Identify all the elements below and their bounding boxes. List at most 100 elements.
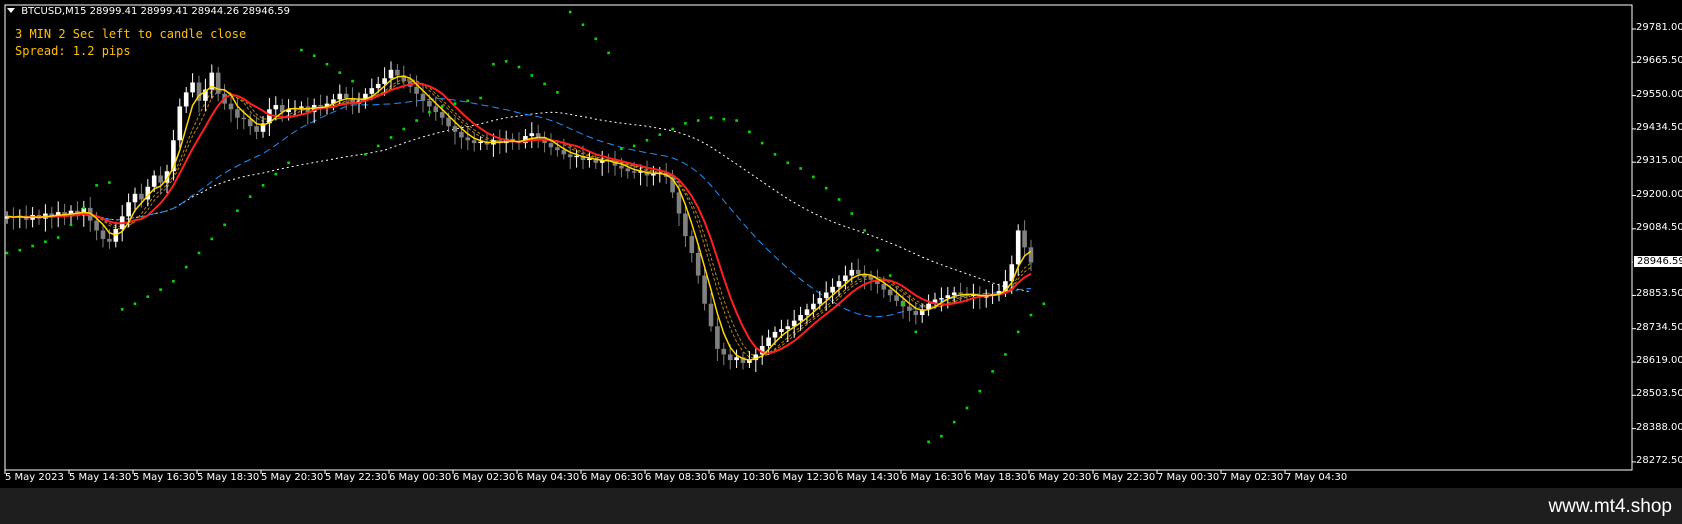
candle-body: [343, 93, 349, 98]
candle-body: [337, 93, 343, 100]
candle-body: [843, 275, 848, 282]
candle-body: [823, 292, 829, 299]
y-tick-label: 29434.50: [1636, 121, 1682, 133]
candle-body: [433, 106, 439, 113]
sar-dot: [658, 133, 662, 136]
candle-body: [868, 276, 874, 280]
candle-body: [151, 175, 157, 187]
candle-body: [913, 310, 919, 315]
candle-body: [177, 106, 183, 141]
candle-body: [254, 126, 259, 132]
candle-body: [561, 150, 567, 155]
candle-body: [235, 109, 240, 118]
candle-body: [804, 309, 810, 315]
y-tick-label: 28853.50: [1636, 288, 1682, 300]
y-tick-label: 28272.50: [1636, 454, 1682, 466]
candle-body: [420, 93, 426, 101]
candle-body: [631, 171, 637, 173]
candle-body: [907, 306, 912, 311]
chart-area[interactable]: BTCUSD,M15 28999.41 28999.41 28944.26 28…: [0, 0, 1682, 488]
y-tick-label: 29550.00: [1636, 88, 1682, 100]
y-tick-label: 28388.00: [1636, 421, 1682, 433]
candle-body: [215, 72, 221, 94]
sar-dot: [82, 206, 86, 210]
sar-dot: [812, 175, 815, 179]
candle-body: [459, 131, 464, 138]
x-tick-label: 6 May 18:30: [965, 472, 1028, 483]
sar-dot: [799, 167, 802, 170]
sar-dot: [69, 223, 73, 227]
x-tick-label: 7 May 00:30: [1157, 472, 1220, 483]
x-tick-label: 6 May 10:30: [709, 472, 772, 483]
sar-dot: [108, 181, 111, 184]
sar-dot: [940, 434, 943, 438]
candle-body: [452, 126, 458, 132]
candle-body: [766, 337, 771, 346]
candle-body: [683, 213, 688, 237]
candle-body: [1022, 230, 1027, 248]
sar-dot: [850, 212, 854, 215]
sar-dot: [735, 119, 738, 122]
sar-dot: [786, 161, 790, 165]
footer-bar: [0, 488, 1682, 524]
sar-dot: [965, 406, 969, 410]
sar-dot: [991, 370, 994, 373]
sar-dot: [568, 10, 572, 14]
candle-body: [811, 303, 816, 310]
candle-body: [855, 269, 861, 275]
sar-dot: [453, 102, 457, 105]
candle-body: [139, 193, 144, 200]
sar-dot: [376, 144, 380, 148]
sar-dot: [236, 209, 239, 213]
sar-dot: [696, 119, 700, 122]
candle-body: [375, 83, 381, 89]
ma-mid-line: [6, 79, 1032, 358]
sar-dot: [863, 229, 866, 232]
sar-dot: [184, 265, 188, 269]
x-tick-label: 6 May 04:30: [517, 472, 580, 483]
candle-body: [651, 174, 656, 176]
candle-body: [958, 292, 963, 294]
chart-menu-triangle-icon[interactable]: [7, 8, 15, 13]
watermark: www.mt4.shop: [1548, 496, 1672, 517]
sar-dot: [709, 116, 713, 120]
candle-body: [894, 295, 899, 301]
price-chart[interactable]: [0, 0, 1682, 488]
sar-dot: [287, 161, 290, 165]
sar-dot: [1042, 302, 1046, 306]
candle-body: [465, 137, 471, 141]
x-tick-label: 6 May 14:30: [837, 472, 900, 483]
sar-dot: [824, 186, 828, 190]
sar-dot: [95, 184, 98, 187]
sar-dot: [133, 302, 137, 306]
sar-dot: [748, 130, 751, 134]
candle-body: [158, 175, 163, 183]
candle-body: [414, 86, 419, 94]
chart-frame: [4, 4, 1633, 471]
sar-dot: [517, 65, 521, 69]
candle-body: [1015, 230, 1021, 265]
sar-dot: [581, 23, 585, 27]
x-tick-label: 5 May 2023: [5, 472, 64, 483]
candle-body: [369, 88, 375, 94]
sar-dot: [684, 122, 687, 125]
sar-dot: [300, 48, 303, 52]
candle-body: [798, 315, 803, 321]
candle-body: [951, 292, 957, 296]
ohlc-label: 28999.41 28999.41 28944.26 28946.59: [89, 6, 291, 17]
sar-dot: [671, 127, 674, 131]
y-tick-label: 28619.00: [1636, 355, 1682, 366]
candle-body: [817, 298, 823, 304]
sar-dot: [159, 288, 162, 291]
current-price-label: 28946.59: [1633, 255, 1682, 269]
sar-dot: [402, 127, 406, 131]
sar-dot: [1016, 330, 1020, 334]
sar-dot: [466, 99, 470, 103]
sar-dot: [274, 172, 278, 176]
candle-body: [939, 298, 944, 300]
chart-header: BTCUSD,M15 28999.41 28999.41 28944.26 28…: [7, 6, 290, 17]
sar-dot: [645, 138, 649, 142]
candle-body: [190, 82, 195, 93]
candle-body: [625, 168, 631, 172]
sar-dot: [210, 237, 214, 241]
